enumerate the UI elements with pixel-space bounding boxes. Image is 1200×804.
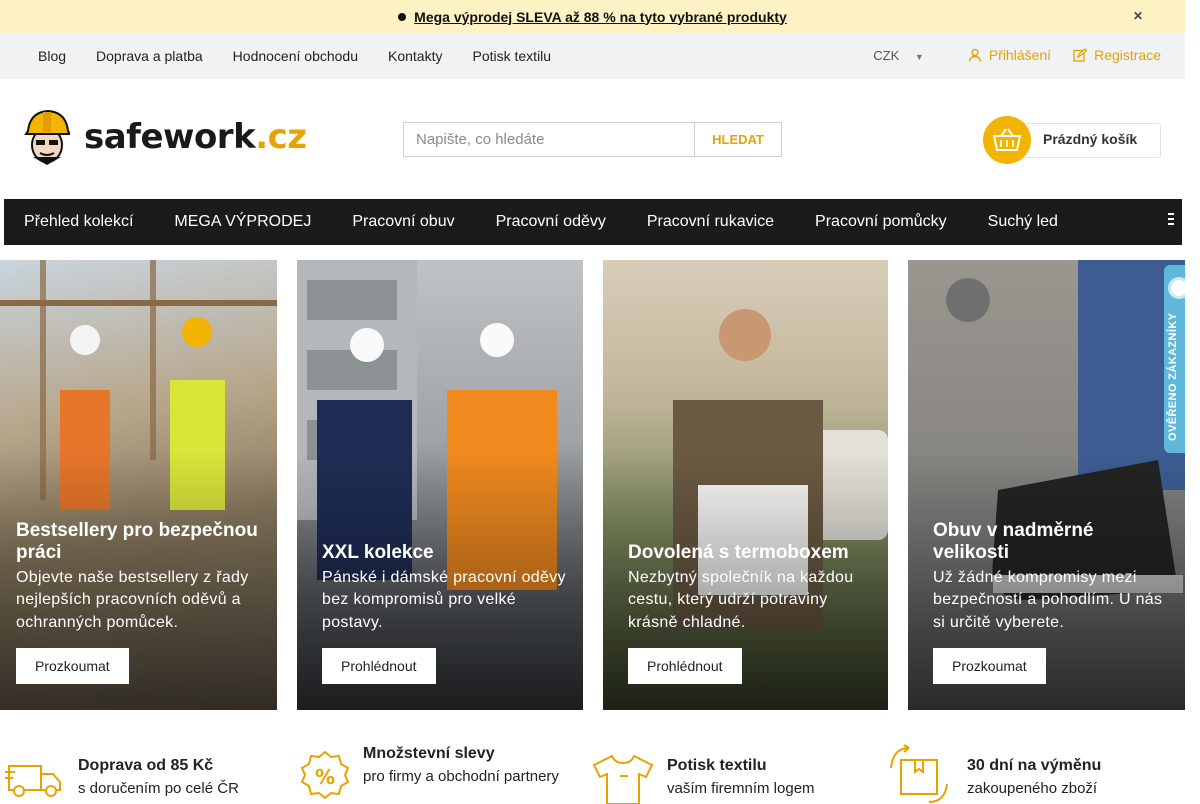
- benefit-text: s doručením po celé ČR: [78, 780, 239, 797]
- benefit-text: vaším firemním logem: [667, 780, 815, 797]
- announcement-link[interactable]: Mega výprodej SLEVA až 88 % na tyto vybr…: [414, 9, 787, 25]
- currency-label: CZK: [873, 47, 900, 63]
- banner-text: Už žádné kompromisy mezi bezpečností a p…: [933, 568, 1163, 631]
- currency-selector[interactable]: CZK ▼: [873, 48, 924, 63]
- banner-text: Pánské i dámské pracovní oděvy bez kompr…: [322, 568, 566, 631]
- menu-item-work-tools[interactable]: Pracovní pomůcky: [815, 213, 947, 231]
- announcement-bar: Mega výprodej SLEVA až 88 % na tyto vybr…: [0, 0, 1185, 33]
- menu-item-work-gloves[interactable]: Pracovní rukavice: [647, 213, 774, 231]
- benefit-text: pro firmy a obchodní partnery: [363, 768, 559, 785]
- benefit-text: zakoupeného zboží: [967, 780, 1098, 797]
- logo-text: safework.cz: [84, 117, 307, 157]
- banner-button[interactable]: Prohlédnout: [628, 648, 742, 684]
- login-link[interactable]: Přihlášení: [968, 47, 1051, 63]
- edit-icon: [1073, 48, 1088, 62]
- menu-item-collections[interactable]: Přehled kolekcí: [24, 213, 133, 231]
- register-link[interactable]: Registrace: [1073, 47, 1161, 63]
- main-menu: Přehled kolekcí MEGA VÝPRODEJ Pracovní o…: [4, 199, 1182, 245]
- login-label: Přihlášení: [988, 47, 1052, 63]
- benefit-title: Doprava od 85 Kč: [78, 757, 214, 774]
- menu-item-work-shoes[interactable]: Pracovní obuv: [352, 213, 454, 231]
- cart-icon: [983, 116, 1031, 164]
- percent-badge-icon: %: [300, 750, 350, 800]
- banner-button[interactable]: Prozkoumat: [16, 648, 129, 684]
- banner-text: Objevte naše bestsellery z řady nejlepší…: [16, 568, 249, 631]
- topnav-link-blog[interactable]: Blog: [38, 48, 66, 64]
- user-icon: [968, 48, 982, 62]
- verified-reviews-badge[interactable]: OVĚŘENO ZÁKAZNÍKY: [1164, 265, 1185, 453]
- badge-label: OVĚŘENO ZÁKAZNÍKY: [1167, 312, 1179, 441]
- banner-button[interactable]: Prohlédnout: [322, 648, 436, 684]
- delivery-truck-icon: [5, 765, 61, 797]
- banner-text: Nezbytný společník na každou cestu, kter…: [628, 568, 854, 631]
- banner-content: Bestsellery pro bezpečnou práci Objevte …: [16, 520, 263, 711]
- menu-item-work-clothing[interactable]: Pracovní oděvy: [496, 213, 606, 231]
- top-navigation: Blog Doprava a platba Hodnocení obchodu …: [0, 33, 1185, 79]
- banner-bestsellers[interactable]: Bestsellery pro bezpečnou práci Objevte …: [0, 260, 277, 710]
- banner-content: Obuv v nadměrné velikosti Už žádné kompr…: [933, 520, 1171, 711]
- banner-title: Obuv v nadměrné velikosti: [933, 519, 1094, 563]
- benefit-shipping: Doprava od 85 Kč s doručením po celé ČR: [0, 740, 290, 800]
- topnav-link-contacts[interactable]: Kontakty: [388, 48, 442, 64]
- banner-large-shoes[interactable]: Obuv v nadměrné velikosti Už žádné kompr…: [908, 260, 1185, 710]
- cart-label: Prázdný košík: [1043, 131, 1138, 147]
- menu-item-mega-sale[interactable]: MEGA VÝPRODEJ: [174, 213, 311, 231]
- helmet-worker-icon: [24, 109, 70, 165]
- more-menu-icon[interactable]: [1168, 213, 1174, 229]
- topnav-link-print[interactable]: Potisk textilu: [472, 48, 551, 64]
- banner-content: XXL kolekce Pánské i dámské pracovní odě…: [322, 542, 569, 711]
- search-input[interactable]: [403, 122, 694, 157]
- banner-cooler-box[interactable]: Dovolená s termoboxem Nezbytný společník…: [603, 260, 888, 710]
- banner-button[interactable]: Prozkoumat: [933, 648, 1046, 684]
- benefit-title: Potisk textilu: [667, 757, 767, 774]
- logo[interactable]: safework.cz: [24, 109, 307, 167]
- cart-widget[interactable]: Prázdný košík: [983, 116, 1161, 164]
- benefit-exchange: 30 dní na výměnu zakoupeného zboží: [889, 740, 1185, 803]
- badge-seal-icon: [1168, 277, 1185, 299]
- banner-xxl[interactable]: XXL kolekce Pánské i dámské pracovní odě…: [297, 260, 583, 710]
- search-bar: HLEDAT: [403, 122, 782, 157]
- banner-title: Dovolená s termoboxem: [628, 541, 849, 563]
- close-icon[interactable]: ✕: [1133, 9, 1143, 23]
- site-header: safework.cz HLEDAT Prázdný košík: [0, 79, 1185, 199]
- register-label: Registrace: [1094, 47, 1161, 63]
- banner-title: XXL kolekce: [322, 541, 434, 563]
- banner-content: Dovolená s termoboxem Nezbytný společník…: [628, 542, 874, 711]
- search-button[interactable]: HLEDAT: [694, 122, 782, 157]
- topnav-link-reviews[interactable]: Hodnocení obchodu: [233, 48, 358, 64]
- benefit-discounts: % Množstevní slevy pro firmy a obchodní …: [297, 740, 587, 800]
- return-box-icon: [890, 744, 948, 803]
- bullet-icon: [398, 12, 407, 21]
- tshirt-icon: [592, 754, 654, 804]
- benefit-title: 30 dní na výměnu: [967, 757, 1102, 774]
- benefit-printing: Potisk textilu vaším firemním logem: [592, 740, 882, 804]
- topnav-link-shipping[interactable]: Doprava a platba: [96, 48, 203, 64]
- benefit-title: Množstevní slevy: [363, 745, 495, 762]
- svg-text:%: %: [315, 765, 335, 789]
- menu-item-dry-ice[interactable]: Suchý led: [988, 213, 1058, 231]
- chevron-down-icon: ▼: [914, 51, 924, 62]
- banner-title: Bestsellery pro bezpečnou práci: [16, 519, 258, 563]
